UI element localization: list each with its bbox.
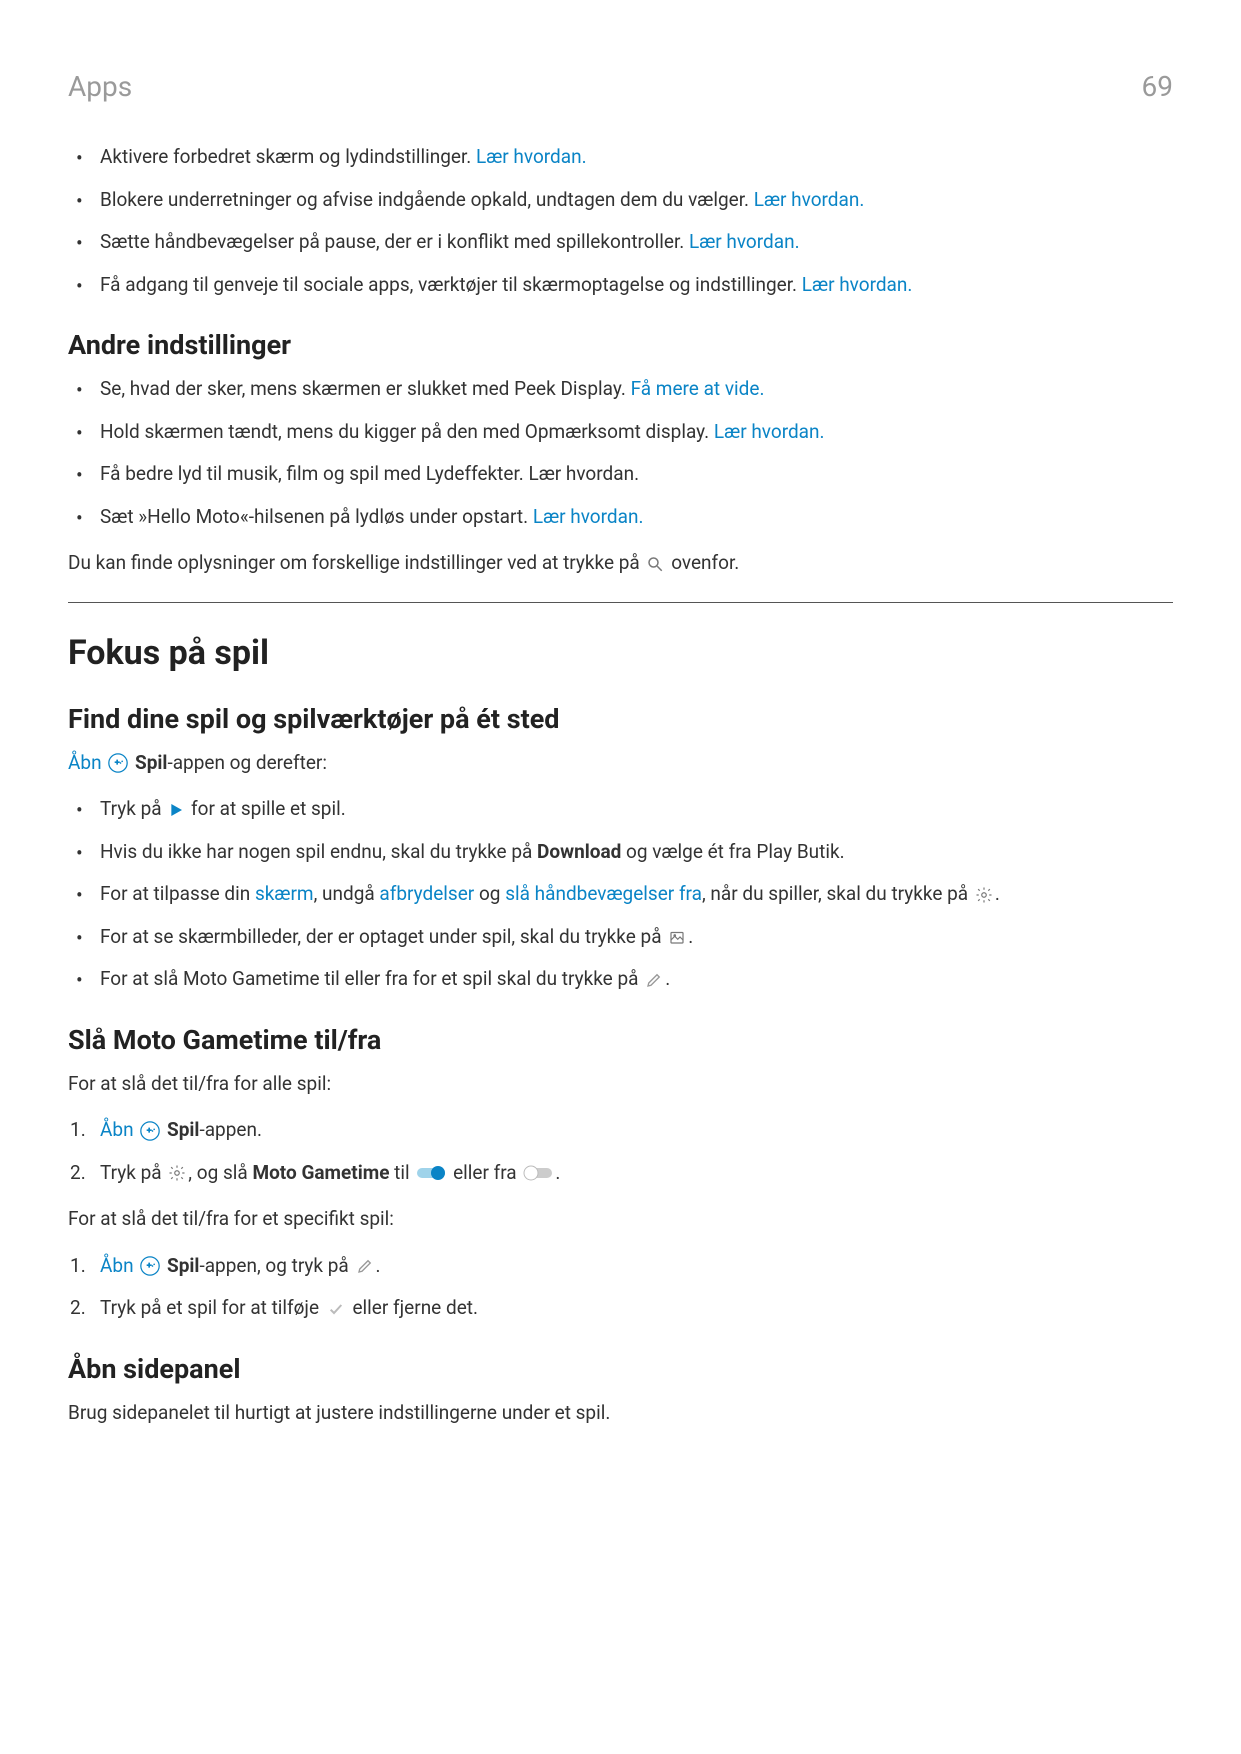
list-item: Hvis du ikke har nogen spil endnu, skal … <box>68 838 1173 867</box>
t: Tryk på <box>100 797 166 820</box>
gestures-off-link[interactable]: slå håndbevægelser fra <box>505 882 702 905</box>
t: Tryk på <box>100 1161 166 1184</box>
footer-text-pre: Du kan finde oplysninger om forskellige … <box>68 551 644 574</box>
t: -appen. <box>199 1118 262 1141</box>
screen-link[interactable]: skærm <box>255 882 314 905</box>
list-item: For at slå Moto Gametime til eller fra f… <box>68 965 1173 994</box>
list-text: Hold skærmen tændt, mens du kigger på de… <box>100 420 714 443</box>
t: , undgå <box>314 882 380 905</box>
list-item: Blokere underretninger og afvise indgåen… <box>68 186 1173 215</box>
page-header: Apps 69 <box>68 70 1173 103</box>
heading-gametime-toggle: Slå Moto Gametime til/fra <box>68 1024 1173 1056</box>
t: , når du spiller, skal du trykke på <box>702 882 973 905</box>
toggle-steps-specific: Åbn Spil-appen, og tryk på . Tryk på et … <box>68 1252 1173 1323</box>
heading-sidepanel: Åbn sidepanel <box>68 1353 1173 1385</box>
find-intro: Åbn Spil-appen og derefter: <box>68 749 1173 778</box>
section-divider <box>68 602 1173 603</box>
list-item: Få bedre lyd til musik, film og spil med… <box>68 460 1173 489</box>
t: Tryk på et spil for at tilføje <box>100 1296 324 1319</box>
list-text: Blokere underretninger og afvise indgåen… <box>100 188 754 211</box>
list-item: Åbn Spil-appen, og tryk på . <box>68 1252 1173 1281</box>
t: og <box>474 882 505 905</box>
check-icon <box>326 1301 346 1317</box>
download-bold: Download <box>537 840 621 863</box>
t: . <box>555 1161 560 1184</box>
page-number: 69 <box>1142 70 1173 103</box>
list-text: Se, hvad der sker, mens skærmen er slukk… <box>100 377 631 400</box>
list-item: Åbn Spil-appen. <box>68 1116 1173 1145</box>
footer-text-post: ovenfor. <box>671 551 739 574</box>
play-icon <box>168 802 184 818</box>
learn-how-link[interactable]: Lær hvordan. <box>754 188 865 211</box>
t: eller fra <box>448 1161 521 1184</box>
toggle-steps-all: Åbn Spil-appen. Tryk på , og slå Moto Ga… <box>68 1116 1173 1187</box>
open-link[interactable]: Åbn <box>100 1254 134 1277</box>
spil-app-icon <box>140 1121 160 1141</box>
t: For at slå Moto Gametime til eller fra f… <box>100 967 643 990</box>
open-link[interactable]: Åbn <box>68 751 102 774</box>
list-item: Hold skærmen tændt, mens du kigger på de… <box>68 418 1173 447</box>
intro-bullets: Aktivere forbedret skærm og lydindstilli… <box>68 143 1173 299</box>
gallery-icon <box>668 928 686 946</box>
toggle-intro: For at slå det til/fra for alle spil: <box>68 1070 1173 1099</box>
learn-how-link[interactable]: Lær hvordan. <box>533 505 644 528</box>
list-text: Aktivere forbedret skærm og lydindstilli… <box>100 145 476 168</box>
list-text: Få bedre lyd til musik, film og spil med… <box>100 462 639 485</box>
pencil-icon <box>356 1257 374 1275</box>
learn-how-link[interactable]: Lær hvordan. <box>714 420 825 443</box>
t: for at spille et spil. <box>191 797 346 820</box>
other-settings-bullets: Se, hvad der sker, mens skærmen er slukk… <box>68 375 1173 531</box>
interruptions-link[interactable]: afbrydelser <box>379 882 474 905</box>
toggle-off-icon <box>523 1165 553 1181</box>
list-text: Få adgang til genveje til sociale apps, … <box>100 273 802 296</box>
t: For at tilpasse din <box>100 882 255 905</box>
list-text: Sæt »Hello Moto«-hilsenen på lydløs unde… <box>100 505 533 528</box>
learn-how-link[interactable]: Lær hvordan. <box>802 273 913 296</box>
spil-bold: Spil <box>167 1254 199 1277</box>
heading-find-games: Find dine spil og spilværktøjer på ét st… <box>68 703 1173 735</box>
t: , og slå <box>188 1161 252 1184</box>
list-item: Sæt »Hello Moto«-hilsenen på lydløs unde… <box>68 503 1173 532</box>
find-games-bullets: Tryk på for at spille et spil. Hvis du i… <box>68 795 1173 994</box>
intro-post: -appen og derefter: <box>167 751 327 774</box>
gametime-bold: Moto Gametime <box>252 1161 389 1184</box>
t: til <box>389 1161 414 1184</box>
list-item: Få adgang til genveje til sociale apps, … <box>68 271 1173 300</box>
spil-bold: Spil <box>167 1118 199 1141</box>
toggle-intro-specific: For at slå det til/fra for et specifikt … <box>68 1205 1173 1234</box>
list-item: Tryk på for at spille et spil. <box>68 795 1173 824</box>
spil-app-icon <box>108 753 128 773</box>
learn-how-link[interactable]: Lær hvordan. <box>476 145 587 168</box>
list-item: For at tilpasse din skærm, undgå afbryde… <box>68 880 1173 909</box>
search-icon <box>646 555 664 573</box>
t: og vælge ét fra Play Butik. <box>621 840 844 863</box>
spil-app-icon <box>140 1256 160 1276</box>
t: -appen, og tryk på <box>199 1254 353 1277</box>
learn-how-link[interactable]: Lær hvordan. <box>689 230 800 253</box>
list-item: Sætte håndbevægelser på pause, der er i … <box>68 228 1173 257</box>
list-item: Se, hvad der sker, mens skærmen er slukk… <box>68 375 1173 404</box>
t: For at se skærmbilleder, der er optaget … <box>100 925 666 948</box>
pencil-icon <box>645 971 663 989</box>
list-item: Aktivere forbedret skærm og lydindstilli… <box>68 143 1173 172</box>
t: eller fjerne det. <box>352 1296 478 1319</box>
other-settings-footer: Du kan finde oplysninger om forskellige … <box>68 549 1173 578</box>
heading-focus-games: Fokus på spil <box>68 633 1173 673</box>
sidepanel-text: Brug sidepanelet til hurtigt at justere … <box>68 1399 1173 1428</box>
heading-other-settings: Andre indstillinger <box>68 329 1173 361</box>
gear-icon <box>975 886 993 904</box>
toggle-on-icon <box>416 1165 446 1181</box>
section-label: Apps <box>68 70 132 103</box>
list-item: Tryk på , og slå Moto Gametime til eller… <box>68 1159 1173 1188</box>
learn-how-link[interactable]: Få mere at vide. <box>631 377 765 400</box>
gear-icon <box>168 1164 186 1182</box>
t: Hvis du ikke har nogen spil endnu, skal … <box>100 840 537 863</box>
list-text: Sætte håndbevægelser på pause, der er i … <box>100 230 689 253</box>
list-item: For at se skærmbilleder, der er optaget … <box>68 923 1173 952</box>
spil-bold: Spil <box>135 751 167 774</box>
open-link[interactable]: Åbn <box>100 1118 134 1141</box>
list-item: Tryk på et spil for at tilføje eller fje… <box>68 1294 1173 1323</box>
